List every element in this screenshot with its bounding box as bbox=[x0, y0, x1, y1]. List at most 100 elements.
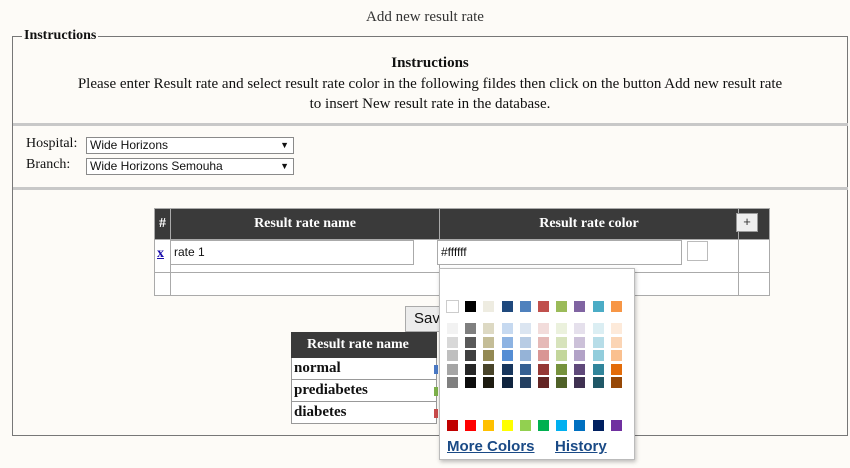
shade-color-swatch[interactable] bbox=[555, 349, 569, 362]
hospital-select[interactable]: Wide Horizons ▼ bbox=[86, 137, 294, 154]
theme-color-swatch[interactable] bbox=[537, 300, 550, 313]
theme-color-swatch[interactable] bbox=[464, 300, 478, 313]
shade-color-swatch[interactable] bbox=[609, 376, 623, 389]
shade-color-swatch[interactable] bbox=[573, 349, 587, 362]
branch-select[interactable]: Wide Horizons Semouha ▼ bbox=[86, 158, 294, 175]
shade-color-swatch[interactable] bbox=[609, 362, 623, 376]
shade-color-swatch[interactable] bbox=[573, 362, 587, 376]
shade-color-swatch[interactable] bbox=[591, 322, 605, 335]
shade-color-swatch[interactable] bbox=[609, 322, 623, 335]
standard-color-swatch[interactable] bbox=[591, 419, 605, 432]
theme-color-swatch[interactable] bbox=[609, 300, 623, 313]
instructions-text: Please enter Result rate and select resu… bbox=[30, 74, 830, 114]
standard-color-swatch[interactable] bbox=[500, 419, 514, 432]
instructions-line-1: Please enter Result rate and select resu… bbox=[77, 76, 783, 92]
theme-color-swatch[interactable] bbox=[591, 300, 605, 313]
theme-color-swatch[interactable] bbox=[518, 300, 532, 313]
page-title: Add new result rate bbox=[366, 9, 484, 25]
shade-color-swatch[interactable] bbox=[591, 349, 605, 362]
shade-color-swatch[interactable] bbox=[482, 322, 496, 335]
shade-color-swatch[interactable] bbox=[609, 349, 623, 362]
shade-color-swatch[interactable] bbox=[464, 335, 478, 349]
branch-select-value: Wide Horizons Semouha bbox=[90, 159, 223, 173]
more-colors-link[interactable]: More Colors bbox=[447, 438, 535, 455]
shade-color-swatch[interactable] bbox=[518, 322, 532, 335]
shade-color-swatch[interactable] bbox=[464, 362, 478, 376]
standard-color-swatch[interactable] bbox=[537, 419, 550, 432]
theme-color-swatch[interactable] bbox=[555, 300, 569, 313]
shade-color-swatch[interactable] bbox=[500, 376, 514, 389]
theme-color-swatch[interactable] bbox=[482, 300, 496, 313]
standard-color-swatch[interactable] bbox=[555, 419, 569, 432]
separator bbox=[13, 187, 848, 190]
shade-color-swatch[interactable] bbox=[555, 322, 569, 335]
add-row-button[interactable]: + bbox=[736, 213, 758, 232]
shade-color-swatch[interactable] bbox=[446, 349, 459, 362]
shade-color-swatch[interactable] bbox=[446, 362, 459, 376]
col-header-color: Result rate color bbox=[439, 208, 739, 240]
result-color-marker bbox=[434, 387, 438, 396]
hospital-label: Hospital: bbox=[26, 136, 78, 151]
shade-color-swatch[interactable] bbox=[464, 349, 478, 362]
color-swatch-preview[interactable] bbox=[687, 241, 708, 261]
shade-color-swatch[interactable] bbox=[464, 376, 478, 389]
shade-color-swatch[interactable] bbox=[446, 322, 459, 335]
shade-color-swatch[interactable] bbox=[446, 376, 459, 389]
shade-color-swatch[interactable] bbox=[518, 349, 532, 362]
shade-color-swatch[interactable] bbox=[500, 349, 514, 362]
history-link[interactable]: History bbox=[555, 438, 607, 455]
rate-name-input[interactable]: rate 1 bbox=[170, 240, 414, 265]
shade-color-swatch[interactable] bbox=[555, 376, 569, 389]
theme-color-swatch[interactable] bbox=[573, 300, 587, 313]
shade-color-swatch[interactable] bbox=[464, 322, 478, 335]
shade-color-swatch[interactable] bbox=[573, 376, 587, 389]
color-picker-popup: More Colors History bbox=[439, 268, 635, 460]
save-button[interactable]: Sav bbox=[405, 306, 443, 332]
shade-color-swatch[interactable] bbox=[482, 362, 496, 376]
shade-color-swatch[interactable] bbox=[446, 335, 459, 349]
standard-color-swatch[interactable] bbox=[573, 419, 587, 432]
shade-color-swatch[interactable] bbox=[518, 362, 532, 376]
shade-color-swatch[interactable] bbox=[555, 335, 569, 349]
shade-color-swatch[interactable] bbox=[537, 362, 550, 376]
dropdown-arrow-icon: ▼ bbox=[280, 161, 289, 171]
shade-color-swatch[interactable] bbox=[537, 349, 550, 362]
shade-color-swatch[interactable] bbox=[555, 362, 569, 376]
result-color-marker bbox=[434, 365, 438, 374]
shade-color-swatch[interactable] bbox=[609, 335, 623, 349]
standard-color-swatch[interactable] bbox=[464, 419, 478, 432]
col-header-number: # bbox=[154, 208, 171, 240]
shade-color-swatch[interactable] bbox=[482, 376, 496, 389]
remove-row-link[interactable]: x bbox=[157, 246, 164, 262]
instructions-heading: Instructions bbox=[391, 55, 469, 71]
shade-color-swatch[interactable] bbox=[500, 362, 514, 376]
hospital-select-value: Wide Horizons bbox=[90, 138, 169, 152]
shade-color-swatch[interactable] bbox=[482, 335, 496, 349]
table-cell bbox=[738, 239, 770, 273]
theme-color-swatch[interactable] bbox=[446, 300, 459, 313]
shade-color-swatch[interactable] bbox=[500, 322, 514, 335]
standard-color-swatch[interactable] bbox=[609, 419, 623, 432]
branch-label: Branch: bbox=[26, 157, 71, 172]
shade-color-swatch[interactable] bbox=[518, 335, 532, 349]
shade-color-swatch[interactable] bbox=[500, 335, 514, 349]
rate-color-input[interactable]: #ffffff bbox=[437, 240, 682, 265]
table-cell bbox=[738, 272, 770, 296]
shade-color-swatch[interactable] bbox=[591, 376, 605, 389]
standard-color-swatch[interactable] bbox=[482, 419, 496, 432]
shade-color-swatch[interactable] bbox=[482, 349, 496, 362]
col-header-name: Result rate name bbox=[170, 208, 440, 240]
shade-color-swatch[interactable] bbox=[591, 335, 605, 349]
standard-color-swatch[interactable] bbox=[446, 419, 459, 432]
shade-color-swatch[interactable] bbox=[591, 362, 605, 376]
result-row-normal: normal bbox=[291, 358, 437, 380]
shade-color-swatch[interactable] bbox=[537, 322, 550, 335]
shade-color-swatch[interactable] bbox=[573, 322, 587, 335]
shade-color-swatch[interactable] bbox=[537, 335, 550, 349]
table-cell bbox=[154, 272, 171, 296]
shade-color-swatch[interactable] bbox=[537, 376, 550, 389]
standard-color-swatch[interactable] bbox=[518, 419, 532, 432]
shade-color-swatch[interactable] bbox=[573, 335, 587, 349]
shade-color-swatch[interactable] bbox=[518, 376, 532, 389]
theme-color-swatch[interactable] bbox=[500, 300, 514, 313]
